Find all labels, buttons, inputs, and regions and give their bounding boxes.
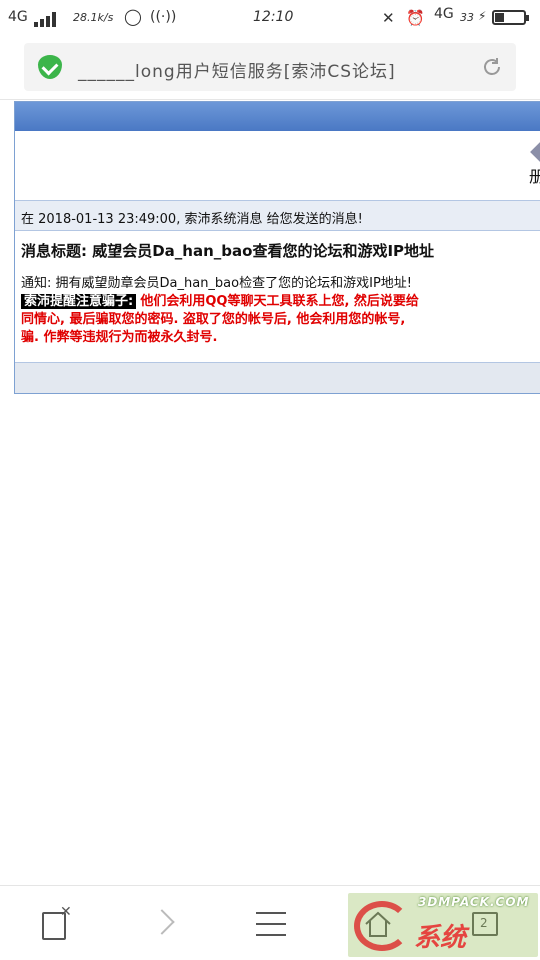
battery-icon — [492, 10, 529, 25]
register-icon-label: 册 — [529, 167, 540, 186]
address-bar[interactable]: ______long用户短信服务[索沛CS论坛] — [24, 43, 516, 91]
warning-text-1: 他们会利用QQ等聊天工具联系上您, 然后说要给 — [140, 294, 419, 309]
close-tab-button[interactable]: ✕ — [38, 904, 78, 944]
register-icon[interactable]: 册 — [527, 142, 540, 186]
message-date-line: 在 2018-01-13 23:49:00, 索沛系统消息 给您发送的消息! — [15, 201, 540, 231]
watermark-bottom-text: 系统 — [414, 923, 467, 953]
mute-icon: ✕ — [382, 9, 395, 27]
signal-strength-icon — [34, 11, 60, 27]
message-panel: 册 在 2018-01-13 23:49:00, 索沛系统消息 给您发送的消息!… — [14, 101, 540, 394]
watermark-top-text: 3DMPACK.COM — [418, 895, 530, 909]
warning-line-1: 索沛提醒注意骗子: 他们会利用QQ等聊天工具联系上您, 然后说要给 — [21, 293, 540, 311]
chevron-right-icon — [149, 909, 175, 935]
notice-text: 通知: 拥有威望勋章会员Da_han_bao检查了您的论坛和游戏IP地址! — [21, 276, 412, 291]
message-body: 通知: 拥有威望勋章会员Da_han_bao检查了您的论坛和游戏IP地址! 索沛… — [15, 267, 540, 363]
hotspot-icon: ((·)) — [150, 9, 177, 25]
watermark-swirl-icon — [354, 901, 410, 951]
network-type-right: 4G — [434, 6, 454, 22]
battery-percent: 33 — [460, 11, 474, 24]
menu-button[interactable] — [250, 904, 290, 944]
panel-footer — [15, 363, 540, 393]
panel-header — [15, 102, 540, 131]
page-title[interactable]: ______long用户短信服务[索沛CS论坛] — [78, 57, 396, 82]
status-bar: 4G 28.1k/s ◯ ((·)) 12:10 ✕ ⏰ 4G 33 ⚡ — [0, 0, 540, 34]
shield-check-icon — [38, 55, 62, 79]
clock-time: 12:10 — [253, 9, 294, 25]
site-watermark-logo: 3DMPACK.COM 系统 — [348, 893, 538, 957]
battery-fill — [495, 13, 504, 22]
forward-button[interactable] — [143, 904, 183, 944]
network-type-left: 4G — [8, 9, 28, 25]
warning-label: 索沛提醒注意骗子: — [21, 294, 137, 309]
message-subject: 消息标题: 威望会员Da_han_bao查看您的论坛和游戏IP地址 — [21, 242, 435, 260]
reload-icon[interactable] — [480, 55, 504, 79]
network-speed: 28.1k/s — [73, 11, 114, 24]
panel-toolbar: 册 — [15, 131, 540, 201]
warning-text-2: 同情心, 最后骗取您的密码. 盗取了您的帐号后, 他会利用您的帐号, — [21, 312, 406, 327]
alarm-icon: ⏰ — [406, 9, 425, 27]
warning-text-3: 骗. 作弊等违规行为而被永久封号. — [21, 330, 218, 345]
divider — [0, 99, 540, 100]
charging-icon: ⚡ — [478, 9, 487, 23]
chat-bubble-icon: ◯ — [124, 7, 142, 26]
